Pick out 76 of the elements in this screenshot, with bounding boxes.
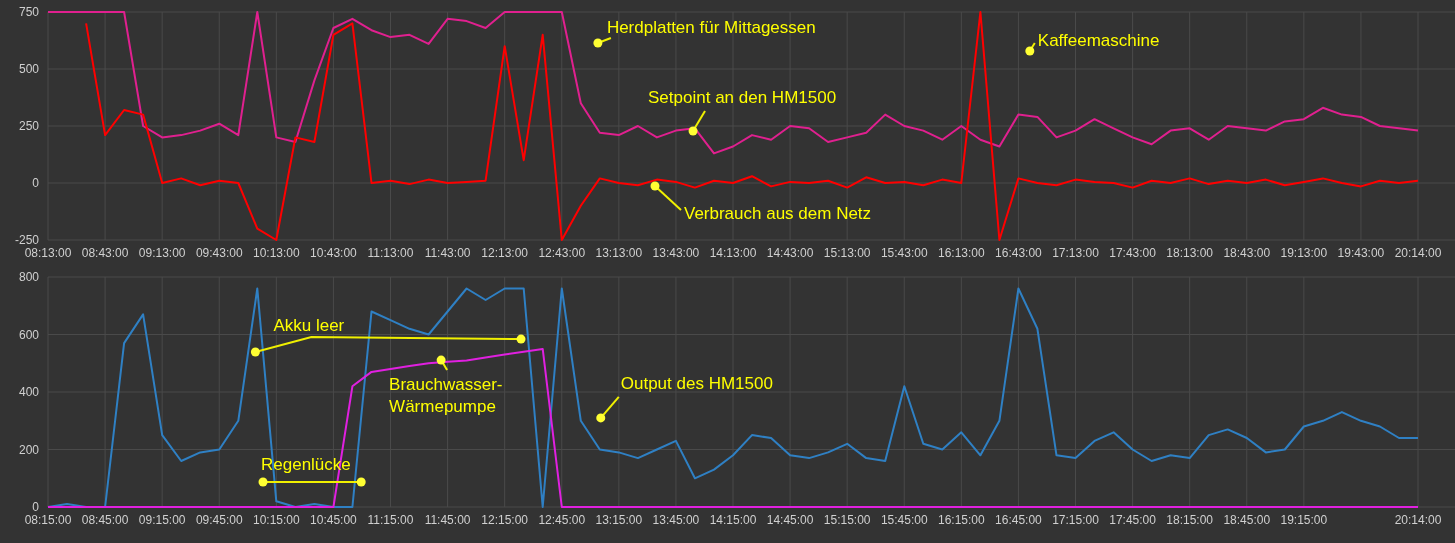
annotation-label: Akku leer bbox=[273, 316, 345, 336]
marker-dot bbox=[593, 38, 603, 48]
axis-tick-label: 600 bbox=[18, 327, 39, 342]
axis-tick-label: 0 bbox=[32, 500, 39, 514]
axis-tick-label: 12:15:00 bbox=[481, 513, 529, 527]
axis-tick-label: 10:43:00 bbox=[310, 246, 357, 260]
axis-tick-label: 14:45:00 bbox=[766, 513, 814, 527]
axis-tick-label: 12:43:00 bbox=[538, 246, 586, 260]
axis-tick-label: 08:43:00 bbox=[81, 246, 129, 260]
axis-tick-label: 17:13:00 bbox=[1052, 246, 1099, 260]
axis-tick-label: 13:15:00 bbox=[595, 513, 643, 527]
axis-tick-label: 17:45:00 bbox=[1109, 513, 1156, 527]
axis-tick-label: -250 bbox=[14, 233, 39, 247]
axis-tick-label: 19:43:00 bbox=[1337, 246, 1385, 260]
annotation-label: Setpoint an den HM1500 bbox=[648, 88, 837, 107]
marker-dot bbox=[1025, 46, 1035, 56]
axis-tick-label: 18:45:00 bbox=[1223, 513, 1271, 527]
axis-tick-label: 09:45:00 bbox=[195, 513, 243, 527]
axis-tick-label: 13:45:00 bbox=[652, 513, 700, 527]
axis-tick-label: 20:14:00 bbox=[1394, 246, 1442, 260]
marker-dot bbox=[250, 347, 260, 357]
axis-tick-label: 17:43:00 bbox=[1109, 246, 1156, 260]
axis-tick-label: 08:13:00 bbox=[24, 246, 72, 260]
axis-tick-label: 09:15:00 bbox=[138, 513, 186, 527]
axis-tick-label: 18:13:00 bbox=[1166, 246, 1214, 260]
axis-tick-label: 20:14:00 bbox=[1394, 513, 1442, 527]
marker-dot bbox=[688, 126, 698, 136]
axis-tick-label: 11:13:00 bbox=[367, 246, 414, 260]
axis-tick-label: 15:43:00 bbox=[880, 246, 928, 260]
axis-tick-label: 16:45:00 bbox=[995, 513, 1042, 527]
marker-dot bbox=[436, 355, 446, 365]
annotation-label: Verbrauch aus dem Netz bbox=[684, 203, 872, 223]
annotation-label: Kaffeemaschine bbox=[1037, 31, 1160, 50]
annotation-label: Output des HM1500 bbox=[620, 373, 773, 393]
axis-tick-label: 0 bbox=[32, 176, 39, 190]
axis-tick-label: 08:45:00 bbox=[81, 513, 129, 527]
axis-tick-label: 19:13:00 bbox=[1280, 246, 1328, 260]
axis-tick-label: 09:43:00 bbox=[195, 246, 243, 260]
marker-dot bbox=[596, 413, 606, 423]
axis-tick-label: 15:45:00 bbox=[880, 513, 928, 527]
axis-tick-label: 14:43:00 bbox=[766, 246, 814, 260]
axis-tick-label: 18:43:00 bbox=[1223, 246, 1271, 260]
marker-dot bbox=[650, 181, 660, 191]
axis-tick-label: 08:15:00 bbox=[24, 513, 72, 527]
axis-tick-label: 15:15:00 bbox=[823, 513, 871, 527]
axis-tick-label: 12:13:00 bbox=[481, 246, 529, 260]
axis-tick-label: 200 bbox=[18, 442, 39, 457]
axis-tick-label: 11:15:00 bbox=[367, 513, 414, 527]
axis-tick-label: 750 bbox=[18, 5, 39, 19]
axis-tick-label: 250 bbox=[18, 119, 39, 133]
axis-tick-label: 13:13:00 bbox=[595, 246, 643, 260]
marker-dot bbox=[258, 477, 268, 487]
axis-tick-label: 14:13:00 bbox=[709, 246, 757, 260]
axis-tick-label: 11:43:00 bbox=[424, 246, 471, 260]
axis-tick-label: 11:45:00 bbox=[424, 513, 471, 527]
axis-tick-label: 10:45:00 bbox=[310, 513, 357, 527]
axis-tick-label: 13:43:00 bbox=[652, 246, 700, 260]
axis-tick-label: 14:15:00 bbox=[709, 513, 757, 527]
axis-tick-label: 16:15:00 bbox=[937, 513, 985, 527]
axis-tick-label: 16:43:00 bbox=[995, 246, 1042, 260]
axis-tick-label: 18:15:00 bbox=[1166, 513, 1214, 527]
axis-tick-label: 09:13:00 bbox=[138, 246, 186, 260]
axis-tick-label: 10:13:00 bbox=[252, 246, 300, 260]
axis-tick-label: 19:15:00 bbox=[1280, 513, 1328, 527]
axis-tick-label: 400 bbox=[18, 385, 39, 399]
marker-dot bbox=[516, 334, 526, 344]
axis-tick-label: 16:13:00 bbox=[937, 246, 985, 260]
annotation-label: Brauchwasser- Wärmepumpe bbox=[389, 375, 503, 417]
axis-tick-label: 500 bbox=[18, 62, 39, 76]
axis-tick-label: 15:13:00 bbox=[823, 246, 871, 260]
annotation-label: Herdplatten für Mittagessen bbox=[606, 18, 816, 37]
axis-tick-label: 10:15:00 bbox=[252, 513, 300, 527]
axis-tick-label: 17:15:00 bbox=[1052, 513, 1099, 527]
axis-tick-label: 12:45:00 bbox=[538, 513, 586, 527]
marker-dot bbox=[356, 477, 366, 487]
axis-tick-label: 800 bbox=[18, 270, 39, 284]
